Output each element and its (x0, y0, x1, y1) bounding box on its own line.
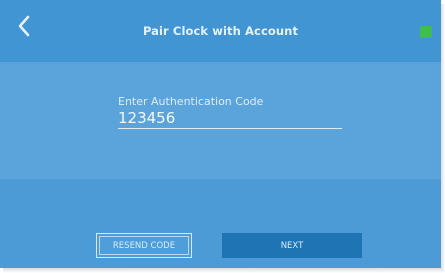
resend-code-button[interactable]: RESEND CODE (96, 233, 192, 258)
authentication-code-input[interactable] (118, 108, 342, 129)
status-indicator-icon (420, 26, 432, 38)
next-button[interactable]: NEXT (222, 233, 362, 258)
top-bar: Pair Clock with Account (0, 0, 441, 62)
action-bar: RESEND CODE NEXT (0, 179, 441, 268)
code-entry-panel: Enter Authentication Code (0, 62, 441, 179)
page-title: Pair Clock with Account (142, 24, 299, 38)
authentication-code-label: Enter Authentication Code (118, 95, 264, 108)
pair-clock-screen: Pair Clock with Account Enter Authentica… (0, 0, 441, 268)
device-shadow-bottom (3, 268, 443, 273)
device-shadow-right (441, 4, 445, 272)
